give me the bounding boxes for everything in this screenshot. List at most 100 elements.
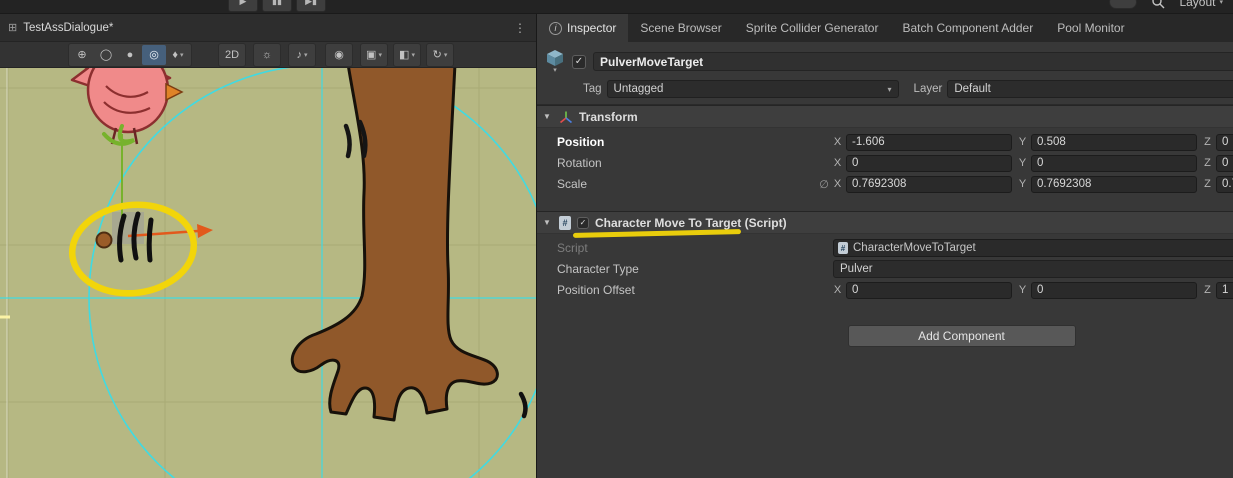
rotate-tool-icon: ● [127,49,134,61]
scene-audio-button[interactable]: ♪▾ [290,45,314,65]
gizmos-menu-button[interactable]: ↻▾ [428,45,452,65]
editor-topbar: ▶ ▮▮ ▶▮ Layout ▾ [0,0,1233,14]
z-label: Z [1203,178,1212,190]
scene-viewport[interactable] [0,68,536,478]
add-component-button[interactable]: Add Component [848,325,1076,347]
move-script-header[interactable]: ▼ # ✓ Character Move To Target (Script) … [537,212,1233,234]
scale-tool-button[interactable]: ◎ [142,45,166,65]
tab-label: Scene Browser [640,21,721,35]
more-tools-button[interactable]: ♦▾ [166,45,190,65]
play-button[interactable]: ▶ [228,0,258,12]
rotation-label[interactable]: Rotation [557,156,815,170]
chevron-down-icon: ▾ [553,67,557,74]
chevron-down-icon: ▾ [888,85,892,94]
scale-tool-icon: ◎ [149,48,159,61]
rotation-y-field[interactable] [1031,155,1197,172]
move-tool-button[interactable]: ◯ [94,45,118,65]
foldout-icon[interactable]: ▼ [543,218,553,227]
script-label: Script [557,241,815,255]
scene-visibility-button[interactable]: ◉ [327,45,351,65]
position-z-field[interactable] [1216,134,1233,151]
chevron-down-icon: ▾ [411,51,415,59]
pause-button[interactable]: ▮▮ [262,0,292,12]
z-label: Z [1203,157,1212,169]
character-type-value: Pulver [840,263,873,275]
gameobject-name-field[interactable] [593,52,1233,71]
constrain-proportions-icon[interactable]: ∅ [815,178,833,191]
position-y-field[interactable] [1031,134,1197,151]
csharp-script-icon: # [838,242,848,254]
y-label: Y [1018,157,1027,169]
tools-overlay: ⊕ ◯ ● ◎ ♦▾ [68,43,192,67]
transform-title: Transform [579,110,638,124]
chevron-down-icon: ▾ [378,51,382,59]
view-tool-button[interactable]: ⊕ [70,45,94,65]
layout-label: Layout [1179,0,1215,9]
character-type-row: Character Type Pulver ▾ [541,259,1233,279]
cube-icon [545,49,565,67]
transform-component: ▼ Transform ? ⇄ ⋮ Position [537,105,1233,202]
character-type-label[interactable]: Character Type [557,262,815,276]
tab-sprite-collider-generator[interactable]: Sprite Collider Generator [734,14,891,42]
scene-lighting-button[interactable]: ☼ [255,45,279,65]
layout-dropdown[interactable]: Layout ▾ [1179,0,1223,9]
search-icon[interactable] [1151,0,1165,9]
scene-tab-title[interactable]: TestAssDialogue* [23,22,113,34]
2d-mode-button[interactable]: 2D [220,45,244,65]
step-button[interactable]: ▶▮ [296,0,326,12]
services-button[interactable] [1109,0,1137,9]
transform-header[interactable]: ▼ Transform ? ⇄ ⋮ [537,106,1233,128]
scene-camera-button[interactable]: ◧▾ [395,45,419,65]
scene-tab-menu-icon[interactable]: ⋮ [512,21,528,35]
check-icon: ✓ [575,56,583,67]
move-script-component: ▼ # ✓ Character Move To Target (Script) … [537,211,1233,308]
inspector-icon: i [549,22,562,35]
rotation-z-field[interactable] [1216,155,1233,172]
offset-z-field[interactable] [1216,282,1233,299]
gameobject-icon-group[interactable]: ▾ [545,49,565,74]
character-type-dropdown[interactable]: Pulver ▾ [833,260,1233,278]
scale-z-field[interactable] [1216,176,1233,193]
x-label: X [833,136,842,148]
scale-y-field[interactable] [1031,176,1197,193]
tab-label: Sprite Collider Generator [746,21,879,35]
transform-icon [559,110,573,124]
rotation-x-field[interactable] [846,155,1012,172]
active-checkbox[interactable]: ✓ [572,55,586,69]
position-label[interactable]: Position [557,135,815,149]
move-tool-icon: ◯ [100,48,112,61]
scale-row: Scale ∅ X Y Z [541,174,1233,194]
scale-label[interactable]: Scale [557,177,815,191]
position-row: Position X Y Z [541,132,1233,152]
layer-dropdown[interactable]: Default ▾ [947,80,1233,98]
z-label: Z [1203,136,1212,148]
csharp-script-icon: # [559,216,571,230]
scene-toolbar: ⊕ ◯ ● ◎ ♦▾ 2D ☼ ♪▾ ◉ ▣▾ ◧▾ ↻▾ [0,42,536,68]
foldout-icon[interactable]: ▼ [543,112,553,121]
tag-dropdown[interactable]: Untagged ▾ [607,80,899,98]
position-offset-label[interactable]: Position Offset [557,283,815,297]
camera-icon: ◧ [399,48,409,61]
rotate-tool-button[interactable]: ● [118,45,142,65]
check-icon: ✓ [580,218,587,227]
tab-label: Pool Monitor [1057,21,1124,35]
layer-label: Layer [914,83,943,95]
gameobject-header: ▾ ✓ Static ▾ Tag Untagged ▾ [537,42,1233,105]
scene-tab-icon: ⊞ [8,21,17,34]
offset-x-field[interactable] [846,282,1012,299]
component-enabled-checkbox[interactable]: ✓ [577,217,589,229]
script-object-field[interactable]: # CharacterMoveToTarget ⊙ [833,239,1233,257]
offset-y-field[interactable] [1031,282,1197,299]
audio-icon: ♪ [296,49,302,61]
tab-pool-monitor[interactable]: Pool Monitor [1045,14,1136,42]
tag-value: Untagged [614,83,664,95]
scene-fx-button[interactable]: ▣▾ [362,45,386,65]
tab-inspector[interactable]: i Inspector [537,14,628,42]
scale-x-field[interactable] [846,176,1012,193]
z-label: Z [1203,284,1212,296]
tab-batch-component-adder[interactable]: Batch Component Adder [890,14,1045,42]
move-script-title: Character Move To Target (Script) [595,216,787,230]
tab-scene-browser[interactable]: Scene Browser [628,14,733,42]
position-x-field[interactable] [846,134,1012,151]
2d-mode-label: 2D [225,49,239,61]
